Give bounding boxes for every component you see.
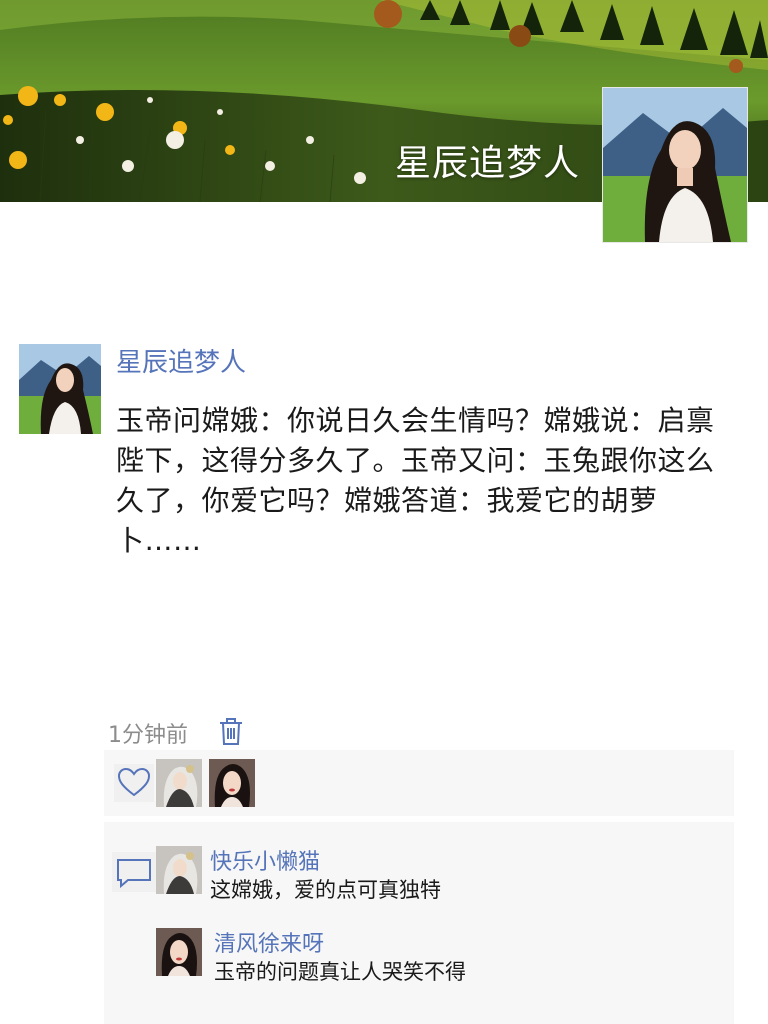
likes-panel — [104, 750, 734, 816]
like-avatar[interactable] — [209, 759, 255, 807]
comment-text: 这嫦娥，爱的点可真独特 — [210, 878, 441, 902]
comment-author[interactable]: 快乐小懒猫 — [210, 844, 320, 876]
cover-avatar[interactable] — [602, 87, 748, 243]
comment-text: 玉帝的问题真让人哭笑不得 — [214, 960, 466, 984]
comments-panel: 快乐小懒猫 这嫦娥，爱的点可真独特 清风徐来呀 玉帝的问题真让人哭笑不得 — [104, 822, 734, 1024]
comment-avatar[interactable] — [156, 846, 202, 894]
post-timestamp: 1分钟前 — [108, 723, 188, 748]
post-author-avatar[interactable] — [19, 344, 101, 434]
trash-icon[interactable] — [218, 716, 244, 746]
like-avatar[interactable] — [156, 759, 202, 807]
heart-outline-icon — [114, 764, 154, 802]
comment-bubble-icon — [112, 852, 156, 892]
post-author-name[interactable]: 星辰追梦人 — [116, 342, 246, 379]
post-content: 玉帝问嫦娥：你说日久会生情吗？嫦娥说：启禀陛下，这得分多久了。玉帝又问：玉兔跟你… — [116, 404, 715, 557]
cover-username: 星辰追梦人 — [394, 143, 580, 184]
comment-avatar[interactable] — [156, 928, 202, 976]
comment-author[interactable]: 清风徐来呀 — [214, 926, 324, 958]
